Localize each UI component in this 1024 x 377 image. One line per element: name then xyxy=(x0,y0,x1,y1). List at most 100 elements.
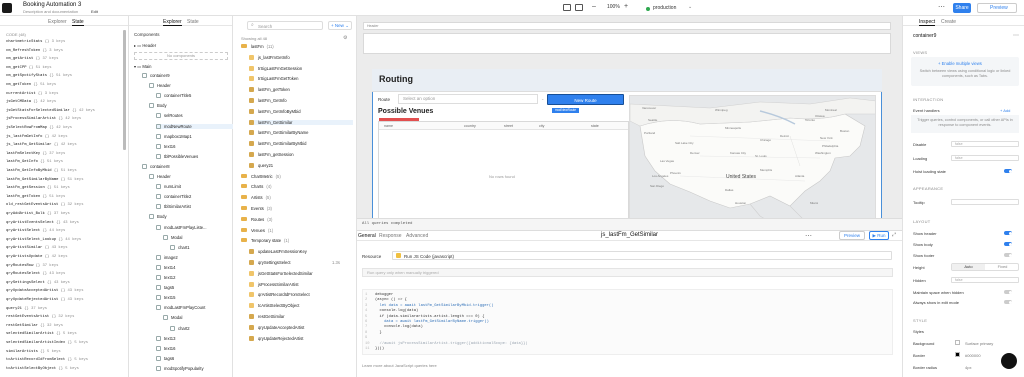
query-item[interactable]: lastFm_getToken xyxy=(249,87,290,93)
tree-item[interactable]: selRoutes xyxy=(156,113,183,119)
query-item[interactable]: qrySettingsSelect 1.3s xyxy=(249,260,340,265)
tree-item[interactable]: text12 xyxy=(156,275,175,280)
state-item[interactable]: cm_getToken {} 51 keys xyxy=(6,83,56,87)
help-chat-icon[interactable] xyxy=(1001,353,1017,369)
main-frame[interactable]: ▾ ▭ Main xyxy=(134,64,151,69)
tree-item[interactable]: tblSimilarArtist xyxy=(156,204,191,210)
state-item[interactable]: qrySettingsSelect {} 43 keys xyxy=(6,281,70,285)
state-item[interactable]: restGetEventsArtist {} 32 keys xyxy=(6,315,74,319)
tree-item[interactable]: Modal xyxy=(163,315,182,321)
state-item[interactable]: jsProcessSimilarArtist {} 42 keys xyxy=(6,117,81,121)
tree-item[interactable]: modLastFmPlayListe... xyxy=(156,224,207,230)
tree-item[interactable]: chart2 xyxy=(170,325,190,331)
query-item[interactable]: js_lastFmGetInfo xyxy=(249,54,290,60)
query-item[interactable]: lastFm_GetSimilarByName xyxy=(249,130,309,136)
tree-item[interactable]: image2 xyxy=(156,254,178,260)
tab-state[interactable]: State xyxy=(187,19,199,25)
tree-item[interactable]: text13 xyxy=(156,335,175,341)
tree-item[interactable]: tags6 xyxy=(156,355,174,361)
query-search-input[interactable]: ⌕ Search xyxy=(247,21,323,30)
interaction-section[interactable]: INTERACTION xyxy=(913,97,943,102)
filter-icon[interactable]: ⚙ xyxy=(343,35,347,41)
tree-item[interactable]: Body xyxy=(149,214,167,220)
preview-query-button[interactable]: Preview xyxy=(839,231,865,240)
query-folder[interactable]: ChartMetric (5) xyxy=(241,173,281,179)
views-section[interactable]: VIEWS xyxy=(913,50,927,55)
tab-create[interactable]: Create xyxy=(941,19,956,25)
route-select[interactable]: Select an option xyxy=(398,94,538,104)
venues-table[interactable]: name country street city state No rows found xyxy=(378,121,629,221)
tree-item[interactable]: text14 xyxy=(156,264,175,270)
state-item[interactable]: lastFm_getToken {} 51 keys xyxy=(6,195,65,199)
query-item[interactable]: restGetSimilar xyxy=(249,314,285,319)
zoom-out-button[interactable]: – xyxy=(592,3,596,10)
disable-input[interactable]: false xyxy=(951,141,1019,147)
header-container[interactable] xyxy=(363,33,891,54)
more-options-icon[interactable]: ⋯ xyxy=(805,232,812,240)
show-footer-toggle[interactable] xyxy=(1004,253,1012,257)
tree-item[interactable]: tblPossibleVenues xyxy=(156,153,198,159)
share-button[interactable]: Share xyxy=(953,3,971,13)
query-item[interactable]: qryUpdateAcceptedArtist xyxy=(249,324,304,330)
tree-item[interactable]: modSpotifyPopularity xyxy=(156,365,204,371)
state-item[interactable]: cm_getSpotifyStats {} 51 keys xyxy=(6,74,72,78)
table-column-header[interactable]: street xyxy=(504,124,513,128)
query-item[interactable]: lastFm_GetInfoByMbid xyxy=(249,108,301,114)
trigger-mode-select[interactable]: Run query only when manually triggered xyxy=(362,268,893,277)
state-item[interactable]: qryArtistSelect_Lookup {} 44 keys xyxy=(6,238,81,242)
add-event-handler-button[interactable]: + Add xyxy=(1000,108,1010,113)
query-folder[interactable]: Charts (4) xyxy=(241,184,271,189)
tree-item[interactable]: chart1 xyxy=(170,244,190,250)
edit-description-link[interactable]: Edit xyxy=(91,9,98,14)
state-item[interactable]: js_lastFmGetInfo {} 42 keys xyxy=(6,135,68,139)
tab-explorer[interactable]: Explorer xyxy=(163,19,182,26)
state-item[interactable]: currentArtist {} 3 keys xyxy=(6,92,58,96)
show-body-toggle[interactable] xyxy=(1004,242,1012,246)
state-item[interactable]: selectedSimilarArtistIndex {} 5 keys xyxy=(6,341,88,345)
state-item[interactable]: js_lastFm_GetSimilar {} 42 keys xyxy=(6,143,77,147)
tree-item[interactable]: modNewRoute xyxy=(156,123,236,129)
canvas-header-frame[interactable]: Header xyxy=(363,22,891,30)
query-item[interactable]: qrArtistRecordIdFromSelect xyxy=(249,292,310,298)
zoom-in-button[interactable]: + xyxy=(624,3,628,10)
query-item[interactable]: lastFm_getSession xyxy=(249,152,294,157)
query-item[interactable]: lastFm_GetInfo xyxy=(249,98,287,103)
tree-item[interactable]: container8 xyxy=(142,163,170,169)
chevron-down-icon[interactable]: ⌄ xyxy=(688,4,692,10)
tree-item[interactable]: container9 xyxy=(142,73,170,78)
more-options-icon[interactable]: ⋯ xyxy=(1013,32,1019,39)
state-item[interactable]: jsSelectRowFromMap {} 42 keys xyxy=(6,126,72,130)
state-item[interactable]: query21 {} 37 keys xyxy=(6,307,47,311)
state-item[interactable]: qryArtistSelect {} 44 keys xyxy=(6,229,65,233)
state-item[interactable]: lastFm_GetSimilarByName {} 51 keys xyxy=(6,178,83,182)
tab-state[interactable]: State xyxy=(72,19,84,26)
tree-item[interactable]: Body xyxy=(149,103,167,109)
query-folder[interactable]: Temporary state (1) xyxy=(241,238,289,243)
query-item[interactable]: query21 xyxy=(249,162,273,168)
query-item[interactable]: updateLastFmSessionKey xyxy=(249,249,307,255)
show-header-toggle[interactable] xyxy=(1004,231,1012,235)
tree-item[interactable]: mapbox1Map1 xyxy=(156,133,192,139)
state-item[interactable]: cm_RefreshToken {} 3 keys xyxy=(6,49,63,53)
state-item[interactable]: cm_getCPP {} 51 keys xyxy=(6,66,52,70)
query-item[interactable]: lastFm_GetSimilar xyxy=(249,119,353,125)
state-item[interactable]: qryRoutesRow {} 37 keys xyxy=(6,264,58,268)
appearance-section[interactable]: APPEARANCE xyxy=(913,186,943,191)
table-column-header[interactable]: city xyxy=(539,124,544,128)
tree-item[interactable]: text16 xyxy=(156,345,175,351)
tab-general[interactable]: General xyxy=(358,233,376,239)
tree-item[interactable]: Modal xyxy=(163,234,182,240)
height-fixed-option[interactable]: Fixed xyxy=(986,264,1019,270)
background-swatch[interactable] xyxy=(955,340,960,345)
expand-icon[interactable]: ⤢ xyxy=(892,232,896,238)
tree-item[interactable]: Header xyxy=(149,174,171,179)
state-item[interactable]: qryArtistsUpdate {} 42 keys xyxy=(6,255,68,259)
state-item[interactable]: chartmetricStats {} 3 keys xyxy=(6,40,65,44)
tree-item[interactable]: modLastFmPlayCount xyxy=(156,305,205,311)
always-show-toggle[interactable] xyxy=(1004,300,1012,304)
state-item[interactable]: lastFm_getSession {} 51 keys xyxy=(6,186,70,190)
state-item[interactable]: qryUpdateAcceptedArtist {} 43 keys xyxy=(6,289,83,293)
query-item[interactable]: trSigLastFmGetSession xyxy=(249,65,302,71)
header-frame[interactable]: ▸ ▭ Header xyxy=(134,43,156,48)
docs-link[interactable]: Learn more about JavaScript queries here xyxy=(362,363,437,368)
